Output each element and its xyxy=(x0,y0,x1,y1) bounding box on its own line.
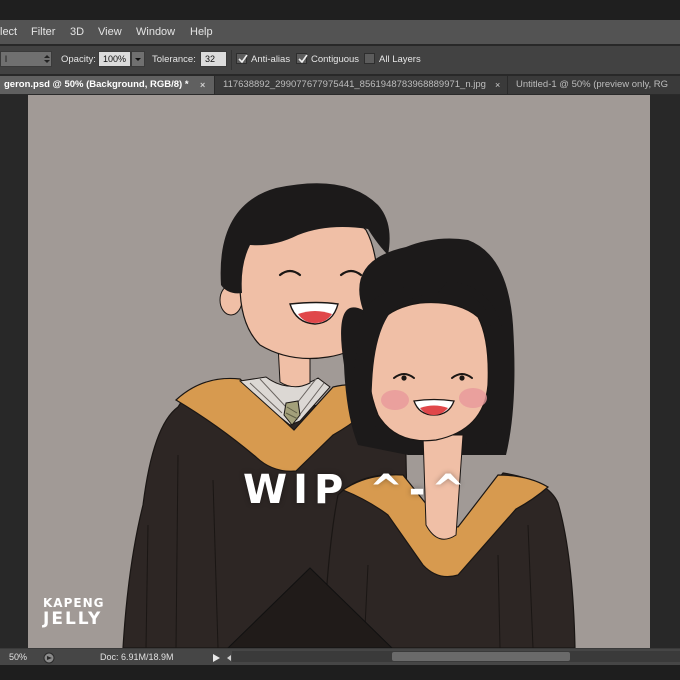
anti-alias-checkbox[interactable] xyxy=(236,53,248,64)
logo-line-2: JELLY xyxy=(43,609,103,629)
scrollbar-thumb[interactable] xyxy=(392,652,570,661)
menu-select[interactable]: lect xyxy=(0,20,17,44)
menu-help[interactable]: Help xyxy=(190,20,213,44)
window-top-edge xyxy=(0,0,680,20)
checkmark-icon xyxy=(298,54,308,64)
zoom-level[interactable]: 50% xyxy=(9,649,27,666)
document-canvas[interactable]: WIP ^-^ KAPENG JELLY xyxy=(28,95,650,648)
all-layers-checkbox[interactable] xyxy=(364,53,375,64)
contiguous-label: Contiguous xyxy=(311,54,360,65)
window-bottom-edge xyxy=(0,665,680,680)
mode-select[interactable]: l xyxy=(0,51,52,67)
illustration-artwork xyxy=(122,183,576,648)
menu-filter[interactable]: Filter xyxy=(31,20,55,44)
wip-overlay-text: WIP ^-^ xyxy=(243,467,471,513)
opacity-value: 100% xyxy=(103,54,127,64)
menu-window[interactable]: Window xyxy=(136,20,175,44)
checkmark-icon xyxy=(238,54,248,64)
close-icon[interactable]: × xyxy=(495,76,500,94)
menu-3d[interactable]: 3D xyxy=(70,20,84,44)
tab-label: geron.psd @ 50% (Background, RGB/8) * xyxy=(4,79,189,90)
expand-arrow-icon[interactable] xyxy=(211,653,221,663)
mode-value: l xyxy=(5,54,7,64)
tab-label: 117638892_299077677975441_85619487839688… xyxy=(223,79,486,90)
tolerance-value: 32 xyxy=(205,54,216,64)
doc-size-info: Doc: 6.91M/18.9M xyxy=(100,652,174,662)
tolerance-label: Tolerance: xyxy=(152,54,196,65)
all-layers-label: All Layers xyxy=(379,54,421,65)
opacity-label: Opacity: xyxy=(61,54,96,65)
chevron-down-icon xyxy=(135,58,141,61)
spinner-arrows-icon xyxy=(44,55,50,63)
options-separator xyxy=(231,50,232,70)
close-icon[interactable]: × xyxy=(200,76,205,94)
photoshop-window: lect Filter 3D View Window Help l Opacit… xyxy=(0,0,680,680)
tab-untitled-1[interactable]: Untitled-1 @ 50% (preview only, RG xyxy=(507,76,680,94)
anti-alias-label: Anti-alias xyxy=(251,54,291,65)
menu-view[interactable]: View xyxy=(98,20,122,44)
contiguous-checkbox[interactable] xyxy=(296,53,308,64)
kapeng-jelly-logo: KAPENG JELLY xyxy=(43,597,104,629)
tab-jpg-file[interactable]: 117638892_299077677975441_85619487839688… xyxy=(214,76,507,94)
tab-geron-psd[interactable]: geron.psd @ 50% (Background, RGB/8) * × xyxy=(0,76,214,94)
menu-bar: lect Filter 3D View Window Help xyxy=(0,20,680,44)
status-menu-icon[interactable] xyxy=(43,652,55,664)
tolerance-field[interactable]: 32 xyxy=(200,51,227,67)
opacity-dropdown[interactable] xyxy=(131,51,145,67)
tab-label: Untitled-1 @ 50% (preview only, RG xyxy=(516,79,669,90)
opacity-field[interactable]: 100% xyxy=(98,51,131,67)
